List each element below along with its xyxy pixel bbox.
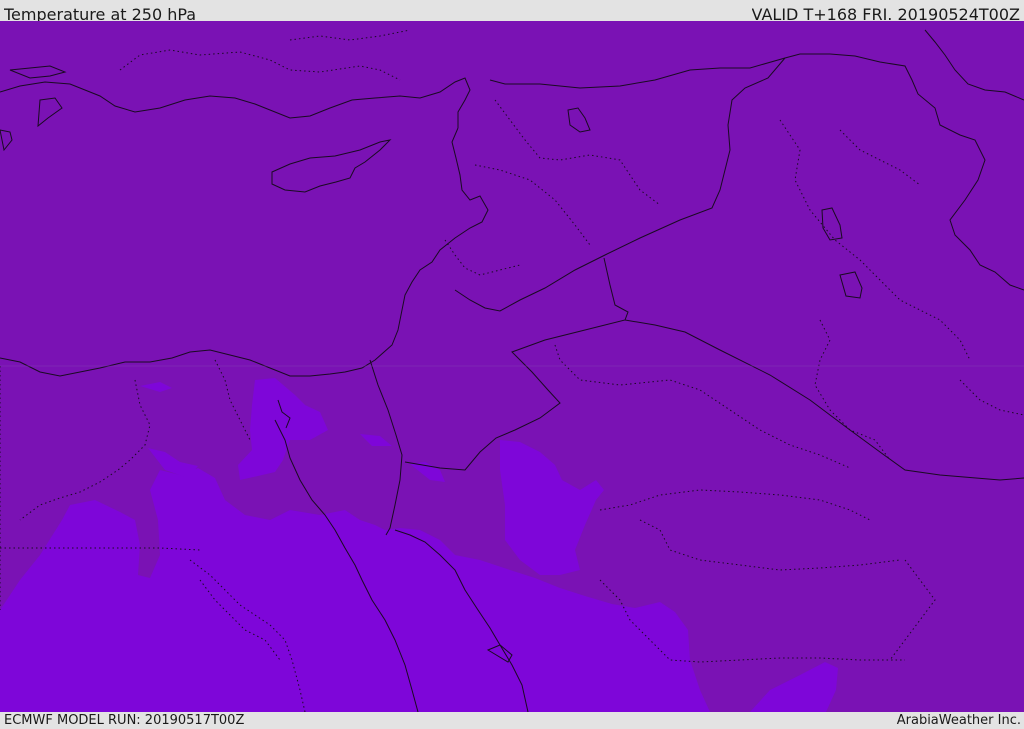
map-title: Temperature at 250 hPa [4,5,197,21]
model-run-label: ECMWF MODEL RUN: 20190517T00Z [4,713,245,728]
valid-time-label: VALID T+168 FRI. 20190524T00Z [751,5,1020,21]
map-svg [0,21,1024,712]
footer-bar: ECMWF MODEL RUN: 20190517T00Z ArabiaWeat… [0,712,1024,729]
map-canvas[interactable] [0,21,1024,712]
header-bar: Temperature at 250 hPa VALID T+168 FRI. … [0,0,1024,21]
credit-label: ArabiaWeather Inc. [896,713,1021,728]
